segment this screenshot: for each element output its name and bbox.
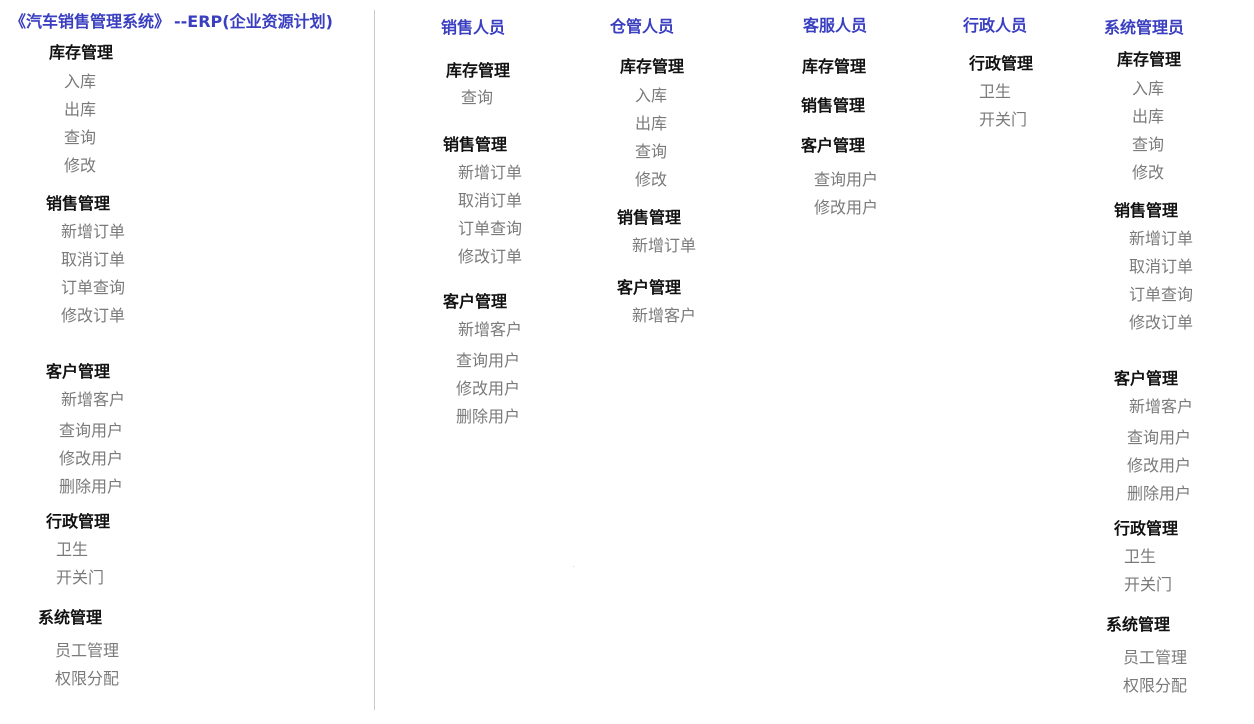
- overview-inventory-item: 查询: [64, 128, 97, 147]
- role-permission-item: 删除用户: [456, 407, 521, 426]
- role-category-label: 库存管理: [1117, 50, 1182, 69]
- role-permission-item: 查询用户: [456, 351, 521, 370]
- overview-customer-label: 客户管理: [46, 362, 111, 381]
- role-permission-item: 查询用户: [814, 170, 879, 189]
- role-permission-item: 卫生: [979, 82, 1012, 101]
- column-divider: [374, 10, 375, 710]
- role-category-label: 行政管理: [969, 54, 1034, 73]
- role-permission-item: 新增订单: [1129, 229, 1194, 248]
- role-title: 仓管人员: [610, 17, 675, 36]
- system-subtitle: --ERP(企业资源计划): [174, 12, 333, 31]
- role-permission-item: 查询用户: [1127, 428, 1192, 447]
- role-permission-item: 修改用户: [1127, 456, 1192, 475]
- role-category-label: 库存管理: [620, 57, 685, 76]
- role-category-label: 客户管理: [801, 136, 866, 155]
- role-category-label: 销售管理: [443, 135, 508, 154]
- role-permission-item: 查询: [635, 142, 668, 161]
- role-permission-item: 员工管理: [1123, 648, 1188, 667]
- role-permission-item: 出库: [635, 114, 668, 133]
- role-permission-item: 出库: [1132, 107, 1165, 126]
- overview-admin-label: 行政管理: [46, 512, 111, 531]
- role-permission-item: 修改订单: [1129, 313, 1194, 332]
- role-permission-item: 修改: [635, 170, 668, 189]
- role-permission-item: 开关门: [1124, 575, 1173, 594]
- role-category-label: 销售管理: [617, 208, 682, 227]
- role-permission-item: 修改用户: [814, 198, 879, 217]
- role-permission-item: 删除用户: [1127, 484, 1192, 503]
- role-permission-item: 修改订单: [458, 247, 523, 266]
- overview-sales-item: 新增订单: [61, 222, 126, 241]
- role-title: 客服人员: [803, 16, 868, 35]
- overview-customer-item: 查询用户: [59, 421, 124, 440]
- role-permission-item: 修改: [1132, 163, 1165, 182]
- role-category-label: 销售管理: [1114, 201, 1179, 220]
- overview-customer-item: 修改用户: [59, 449, 124, 468]
- role-permission-item: 开关门: [979, 110, 1028, 129]
- role-title: 系统管理员: [1104, 18, 1185, 37]
- role-permission-item: 新增订单: [632, 236, 697, 255]
- role-permission-item: 订单查询: [458, 219, 523, 238]
- overview-inventory-item: 出库: [64, 100, 97, 119]
- overview-inventory-item: 修改: [64, 156, 97, 175]
- stray-dot: [573, 566, 574, 567]
- overview-admin-item: 卫生: [56, 540, 89, 559]
- overview-sales-label: 销售管理: [46, 194, 111, 213]
- role-permission-item: 查询: [1132, 135, 1165, 154]
- overview-system-label: 系统管理: [38, 608, 103, 627]
- overview-sales-item: 订单查询: [61, 278, 126, 297]
- role-category-label: 销售管理: [801, 96, 866, 115]
- role-permission-item: 新增客户: [632, 306, 697, 325]
- role-permission-item: 卫生: [1124, 547, 1157, 566]
- role-permission-item: 入库: [635, 86, 668, 105]
- role-permission-item: 权限分配: [1123, 676, 1188, 695]
- role-permission-item: 新增客户: [458, 320, 523, 339]
- overview-sales-item: 修改订单: [61, 306, 126, 325]
- role-category-label: 客户管理: [443, 292, 508, 311]
- overview-admin-item: 开关门: [56, 568, 105, 587]
- role-permission-item: 取消订单: [1129, 257, 1194, 276]
- overview-customer-item: 删除用户: [59, 477, 124, 496]
- role-category-label: 行政管理: [1114, 519, 1179, 538]
- role-permission-item: 入库: [1132, 79, 1165, 98]
- role-category-label: 系统管理: [1106, 615, 1171, 634]
- overview-system-item: 员工管理: [55, 641, 120, 660]
- role-permission-item: 新增客户: [1129, 397, 1194, 416]
- role-title: 行政人员: [963, 16, 1028, 35]
- role-category-label: 库存管理: [802, 57, 867, 76]
- role-category-label: 客户管理: [617, 278, 682, 297]
- role-category-label: 库存管理: [446, 61, 511, 80]
- role-category-label: 客户管理: [1114, 369, 1179, 388]
- overview-system-item: 权限分配: [55, 669, 120, 688]
- overview-sales-item: 取消订单: [61, 250, 126, 269]
- overview-inventory-item: 入库: [64, 72, 97, 91]
- role-permission-item: 查询: [461, 88, 494, 107]
- role-title: 销售人员: [441, 18, 506, 37]
- role-permission-item: 新增订单: [458, 163, 523, 182]
- overview-inventory-label: 库存管理: [49, 43, 114, 62]
- overview-customer-item: 新增客户: [61, 390, 126, 409]
- system-title: 《汽车销售管理系统》: [10, 12, 171, 31]
- role-permission-item: 订单查询: [1129, 285, 1194, 304]
- role-permission-item: 修改用户: [456, 379, 521, 398]
- role-permission-item: 取消订单: [458, 191, 523, 210]
